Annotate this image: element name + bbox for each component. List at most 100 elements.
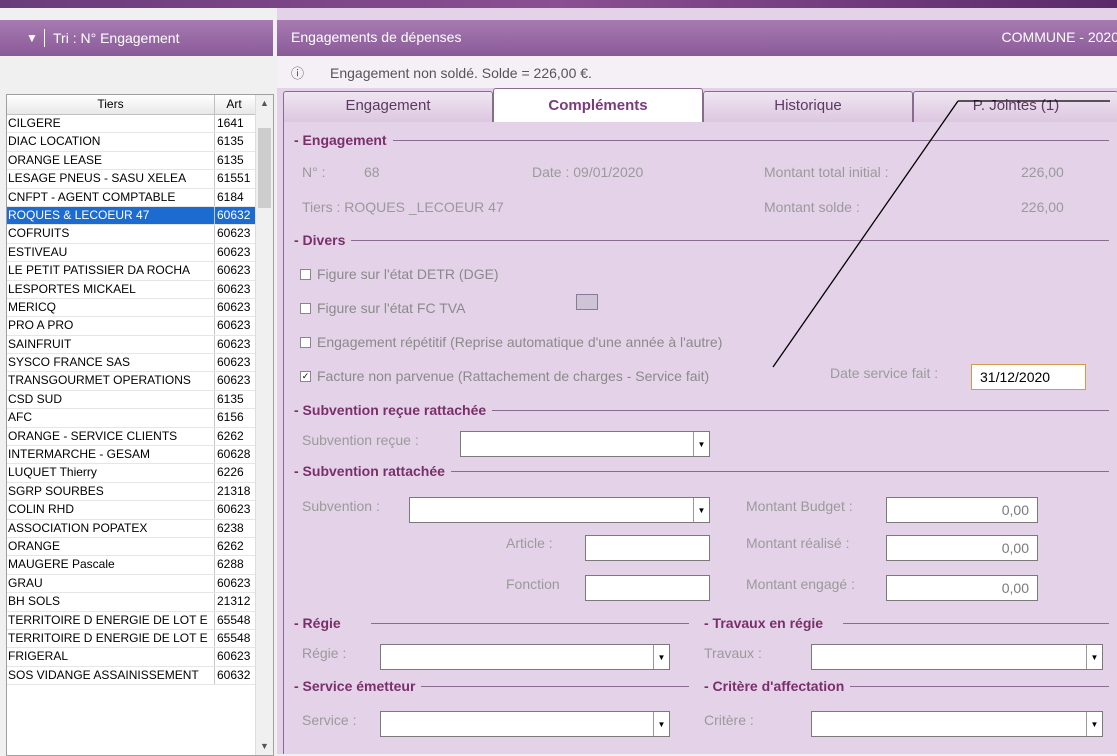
list-row[interactable]: LE PETIT PATISSIER DA ROCHA 60623 [7,262,273,281]
list-row[interactable]: SYSCO FRANCE SAS 60623 [7,354,273,373]
list-row[interactable]: COFRUITS 60623 [7,225,273,244]
list-row[interactable]: AFC 6156 [7,409,273,428]
article-cell: 6135 [217,134,244,149]
list-row[interactable]: LESAGE PNEUS - SASU XELEA 61551 [7,170,273,189]
tiers-cell: TERRITOIRE D ENERGIE DE LOT E [7,611,215,629]
list-row[interactable]: INTERMARCHE - GESAM 60628 [7,446,273,465]
article-cell: 1641 [217,116,244,130]
tab-historique[interactable]: Historique [703,91,913,122]
separator [44,29,45,47]
list-row[interactable]: BH SOLS 21312 [7,593,273,612]
fonction-label: Fonction [506,576,560,592]
numero-value: 68 [364,164,380,180]
list-row[interactable]: ROQUES & LECOEUR 47 60632 [7,206,273,226]
article-cell: 60623 [217,244,251,259]
tab-complements[interactable]: Compléments [493,88,703,123]
article-field[interactable] [585,535,710,561]
section-critere-affectation: - Critère d'affectation [704,678,1109,694]
list-scrollbar[interactable]: ▲ ▼ [255,95,273,755]
tiers-cell: ORANGE LEASE [7,151,215,170]
regie-select[interactable]: ▼ [380,644,670,670]
list-row[interactable]: ORANGE 6262 [7,537,273,557]
scroll-down-icon[interactable]: ▼ [256,738,273,755]
checkbox-fctva[interactable]: Figure sur l'état FC TVA [300,300,465,316]
article-cell: 60623 [217,355,251,370]
tab-pieces-jointes[interactable]: P. Jointes (1) [913,91,1117,122]
list-row[interactable]: LUQUET Thierry 6226 [7,464,273,483]
montant-initial-value: 226,00 [1021,164,1064,180]
list-row[interactable]: COLIN RHD 60623 [7,501,273,520]
date-service-label: Date service fait : [830,365,939,381]
list-row[interactable]: PRO A PRO 60623 [7,317,273,336]
list-row[interactable]: ORANGE LEASE 6135 [7,151,273,171]
tab-engagement[interactable]: Engagement [283,91,493,122]
service-select[interactable]: ▼ [380,711,670,737]
list-row[interactable]: LESPORTES MICKAEL 60623 [7,280,273,299]
list-row[interactable]: ORANGE - SERVICE CLIENTS 6262 [7,427,273,447]
list-row[interactable]: CSD SUD 6135 [7,390,273,410]
article-cell: 6135 [217,391,244,406]
montant-budget-field[interactable]: 0,00 [886,497,1038,523]
subvention-recue-select[interactable]: ▼ [460,431,710,457]
critere-select[interactable]: ▼ [811,711,1103,737]
scroll-up-icon[interactable]: ▲ [256,95,273,112]
list-row[interactable]: TRANSGOURMET OPERATIONS 60623 [7,372,273,391]
list-row[interactable]: GRAU 60623 [7,574,273,594]
list-row[interactable]: FRIGERAL 60623 [7,648,273,667]
date-service-field[interactable]: 31/12/2020 [971,364,1086,390]
list-row[interactable]: DIAC LOCATION 6135 [7,133,273,152]
list-row[interactable]: MAUGERE Pascale 6288 [7,556,273,575]
list-row[interactable]: TERRITOIRE D ENERGIE DE LOT E 65548 [7,611,273,630]
column-header-tiers[interactable]: Tiers [7,95,215,114]
checkbox-box[interactable] [300,302,311,314]
chevron-down-icon[interactable]: ▼ [1086,645,1102,669]
montant-engage-field[interactable]: 0,00 [886,575,1038,601]
preview-icon[interactable] [576,294,598,310]
article-cell: 65548 [217,630,251,645]
montant-realise-field[interactable]: 0,00 [886,535,1038,561]
chevron-down-icon[interactable]: ▼ [653,712,669,736]
checkbox-box[interactable] [300,336,311,348]
checkbox-facture-non-parvenue[interactable]: ✓ Facture non parvenue (Rattachement de c… [300,368,709,384]
article-cell: 6135 [217,152,244,167]
list-row[interactable]: ESTIVEAU 60623 [7,243,273,263]
tiers-cell: PRO A PRO [7,317,215,335]
sort-header[interactable]: ▼ Tri : N° Engagement [0,20,273,56]
list-row[interactable]: CILGERE 1641 [7,115,273,134]
travaux-select[interactable]: ▼ [811,644,1103,670]
regie-label: Régie : [302,645,347,661]
checkmark-icon[interactable]: ✓ [300,370,311,382]
article-cell: 6226 [217,465,244,480]
article-cell: 61551 [217,171,251,186]
scroll-thumb[interactable] [258,128,271,208]
column-header-art[interactable]: Art [215,95,253,114]
list-row[interactable]: SAINFRUIT 60623 [7,335,273,355]
checkbox-repetitif[interactable]: Engagement répétitif (Reprise automatiqu… [300,334,722,350]
complements-form: - Engagement N° : 68 Date : 09/01/2020 M… [283,122,1117,754]
list-row[interactable]: TERRITOIRE D ENERGIE DE LOT E 65548 [7,629,273,649]
subvention-select[interactable]: ▼ [409,497,710,523]
checkbox-detr[interactable]: Figure sur l'état DETR (DGE) [300,266,499,282]
list-row[interactable]: ASSOCIATION POPATEX 6238 [7,519,273,538]
list-row[interactable]: SOS VIDANGE ASSAINISSEMENT 60632 [7,666,273,686]
chevron-down-icon[interactable]: ▼ [693,498,709,522]
list-row[interactable]: MERICQ 60623 [7,298,273,318]
chevron-down-icon[interactable]: ▼ [1086,712,1102,736]
article-cell: 6184 [217,189,244,204]
critere-label: Critère : [704,712,754,728]
list-row[interactable]: CNFPT - AGENT COMPTABLE 6184 [7,188,273,207]
commune-label: COMMUNE - 2020 [1001,29,1117,45]
tiers-cell: GRAU [7,574,215,593]
article-cell: 60623 [217,263,251,278]
list-row[interactable]: SGRP SOURBES 21318 [7,482,273,502]
article-cell: 6238 [217,520,244,535]
checkbox-box[interactable] [300,268,311,280]
chevron-down-icon[interactable]: ▼ [653,645,669,669]
article-cell: 60623 [217,336,251,351]
fonction-field[interactable] [585,575,710,601]
chevron-down-icon[interactable]: ▼ [693,432,709,456]
article-cell: 60632 [217,667,251,682]
tiers-list[interactable]: Tiers Art CILGERE 1641 DIAC LOCATION 6135 OR… [6,94,274,756]
info-text: Engagement non soldé. Solde = 226,00 €. [330,65,592,81]
dropdown-arrow-icon[interactable]: ▼ [26,31,38,45]
